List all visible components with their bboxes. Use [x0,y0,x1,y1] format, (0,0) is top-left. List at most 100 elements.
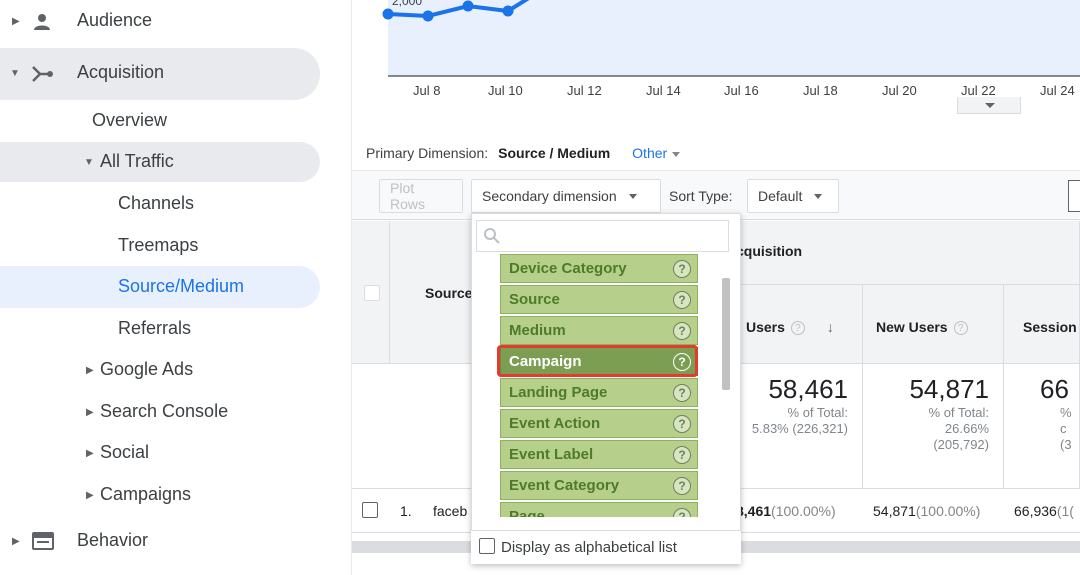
nav-google-ads[interactable]: Google Ads [100,359,193,380]
chevron-down-icon [628,193,637,199]
alphabetical-label: Display as alphabetical list [501,539,677,556]
new-users-header-label: New Users [876,319,948,335]
nav-source-medium-label: Source/Medium [118,276,245,296]
person-icon [34,14,50,30]
campaign-highlight-box [497,345,698,377]
help-icon[interactable]: ? [673,508,691,517]
option-source[interactable]: Source? [500,285,698,314]
source-header[interactable]: Source [425,285,472,301]
option-landing-page[interactable]: Landing Page? [500,378,698,407]
total-new-users-total: (205,792) [933,437,989,452]
total-new-users-pct: 26.66% [944,421,989,436]
behavior-icon [32,532,54,550]
data-point[interactable] [382,8,394,20]
nav-all-traffic-label: All Traffic [100,151,174,171]
option-label: Medium [509,322,566,339]
chart-collapse-handle[interactable] [957,97,1021,114]
nav-campaigns-label: Campaigns [100,484,192,504]
secondary-dimension-label: Secondary dimension [482,188,617,204]
row-source-link[interactable]: faceb [433,503,467,519]
select-all-checkbox[interactable] [364,285,380,301]
users-header[interactable]: Users? ↓ [746,319,834,336]
row-checkbox[interactable] [362,502,378,518]
total-users-pct-label: % of Total: [787,405,848,420]
option-event-action[interactable]: Event Action? [500,409,698,438]
x-tick-label: Jul 14 [646,83,681,98]
nav-audience[interactable]: Audience [77,10,152,31]
option-device-category[interactable]: Device Category? [500,254,698,283]
plot-rows-label: Plot Rows [390,180,426,212]
nav-referrals-label: Referrals [118,318,192,338]
nav-all-traffic[interactable]: All Traffic [100,151,174,172]
nav-channels[interactable]: Channels [118,193,194,214]
total-new-users-value: 54,871 [909,374,989,404]
nav-treemaps[interactable]: Treemaps [118,235,198,256]
data-point[interactable] [462,0,474,12]
primary-dimension-label: Primary Dimension: [366,145,489,161]
option-label: Event Category [509,477,620,494]
nav-search-console-label: Search Console [100,401,229,421]
nav-audience-label: Audience [77,10,153,30]
data-point[interactable] [422,10,434,22]
option-label: Landing Page [509,384,608,401]
total-users-value: 58,461 [768,374,848,404]
dimension-options-list: Device Category? Source? Medium? Campaig… [500,252,698,517]
nav-acquisition-label: Acquisition [77,62,165,82]
nav-source-medium[interactable]: Source/Medium [118,276,244,297]
nav-referrals[interactable]: Referrals [118,318,191,339]
row-users-pct: (100.00%) [771,503,836,519]
help-icon[interactable]: ? [673,477,691,495]
search-box[interactable] [1068,180,1080,212]
dimension-search-input[interactable] [476,220,729,252]
secondary-dimension-dropdown[interactable]: Secondary dimension [471,179,661,213]
x-tick-label: Jul 22 [961,83,996,98]
nav-overview-label: Overview [92,110,168,130]
sort-desc-icon: ↓ [826,319,834,335]
x-tick-label: Jul 18 [803,83,838,98]
nav-behavior[interactable]: Behavior [77,530,148,551]
help-icon[interactable]: ? [953,321,968,336]
dropdown-scrollbar-thumb[interactable] [722,278,730,390]
option-event-category[interactable]: Event Category? [500,471,698,500]
sessions-header[interactable]: Session [1023,319,1077,335]
nav-overview[interactable]: Overview [92,110,167,131]
nav-search-console[interactable]: Search Console [100,401,228,422]
primary-dimension-selected[interactable]: Source / Medium [498,145,610,161]
help-icon[interactable]: ? [673,322,691,340]
help-icon[interactable]: ? [673,291,691,309]
total-sessions-value: 66 [1040,374,1069,404]
help-icon[interactable]: ? [673,260,691,278]
primary-dimension-bar: Primary Dimension: Source / Medium Other [366,145,681,161]
nav-behavior-label: Behavior [77,530,149,550]
help-icon[interactable]: ? [673,415,691,433]
help-icon[interactable]: ? [673,446,691,464]
new-users-header[interactable]: New Users? [876,319,968,336]
nav-acquisition[interactable]: Acquisition [77,62,164,83]
x-tick-label: Jul 8 [413,83,441,98]
x-tick-label: Jul 20 [882,83,917,98]
option-medium[interactable]: Medium? [500,316,698,345]
primary-dimension-other[interactable]: Other [632,145,681,161]
nav-campaigns[interactable]: Campaigns [100,484,191,505]
option-event-label[interactable]: Event Label? [500,440,698,469]
row-users: 8,461(100.00%) [736,503,836,519]
plot-rows-button[interactable]: Plot Rows [379,179,463,213]
option-page[interactable]: Page? [500,502,698,517]
caret-right-icon: ▶ [12,536,20,547]
alphabetical-checkbox[interactable] [479,538,495,554]
sidebar: ▶ Audience ▼ Acquisition Overview ▼ All … [0,0,352,575]
nav-social[interactable]: Social [100,442,149,463]
row-index: 1. [400,503,412,519]
option-label: Event Label [509,446,594,463]
option-label: Source [509,291,560,308]
alphabetical-toggle[interactable]: Display as alphabetical list [471,530,741,564]
sort-type-dropdown[interactable]: Default [747,179,839,213]
help-icon[interactable]: ? [673,384,691,402]
nav-treemaps-label: Treemaps [118,235,199,255]
data-point[interactable] [502,5,514,17]
y-axis-label: 2,000 [392,0,422,8]
option-label: Page [509,508,545,517]
row-new-users: 54,871(100.00%) [873,503,980,519]
help-icon[interactable]: ? [790,321,805,336]
caret-right-icon: ▶ [86,490,94,501]
